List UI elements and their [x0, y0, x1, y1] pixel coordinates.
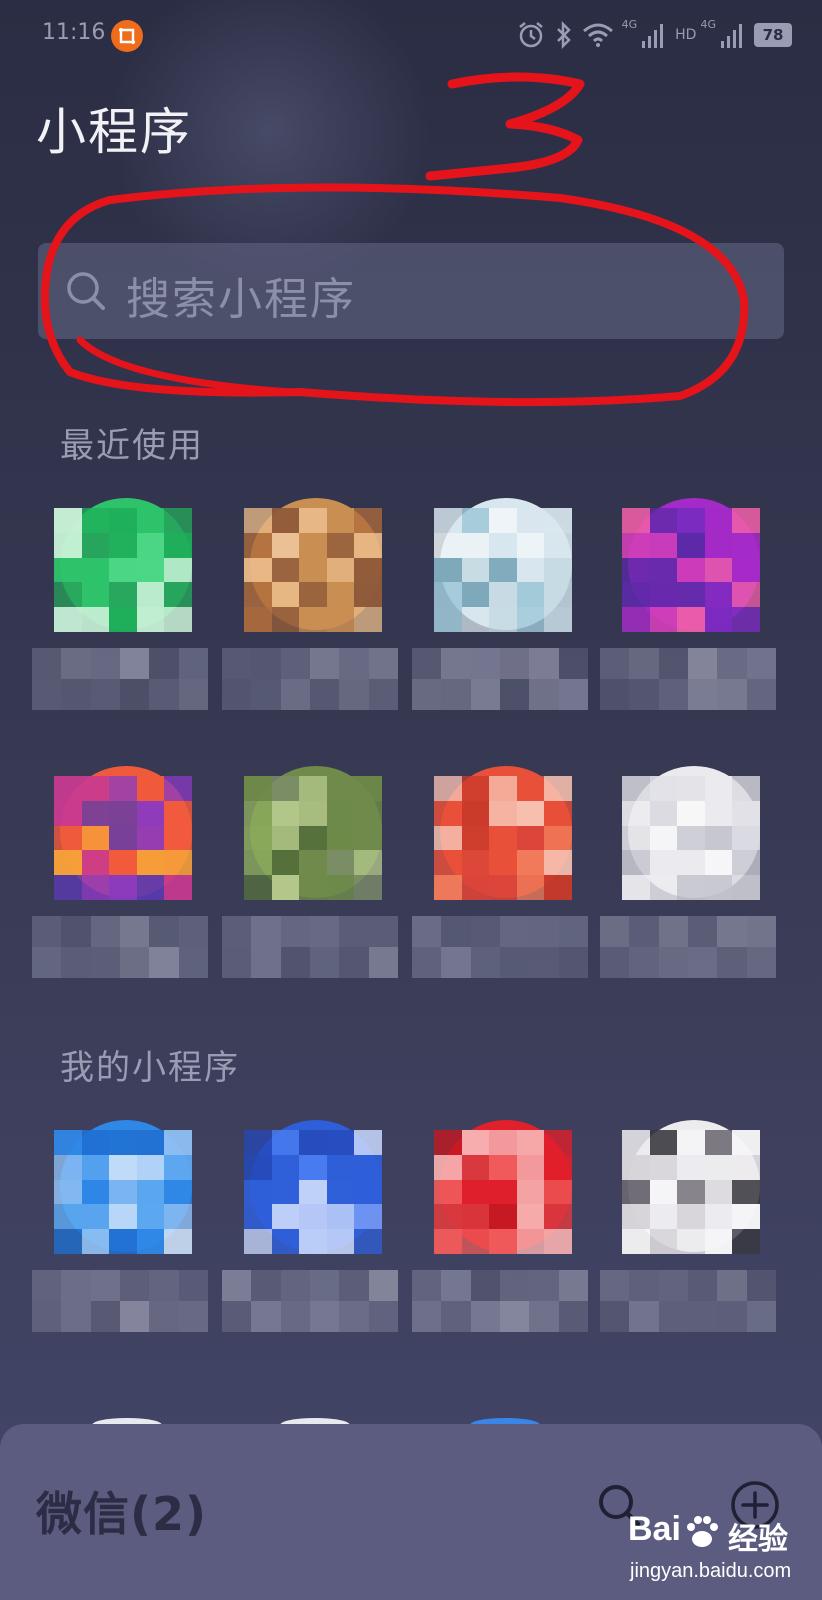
app-item[interactable]: [600, 498, 780, 710]
status-bar: 11:16 4G HD 4G 78: [0, 0, 822, 70]
app-label-blurred: [600, 916, 776, 978]
app-label-blurred: [32, 648, 208, 710]
app-item[interactable]: [32, 766, 212, 978]
baidu-watermark: Bai 经验 jingyan.baidu.com: [628, 1510, 798, 1594]
app-item[interactable]: [412, 1120, 592, 1332]
pixelated-mosaic: [434, 1130, 572, 1254]
paw-icon: [687, 1516, 718, 1547]
pixelated-mosaic: [434, 508, 572, 632]
network-type-label: 4G: [621, 18, 638, 31]
recent-section-title: 最近使用: [60, 426, 204, 466]
pixelated-mosaic: [244, 508, 382, 632]
page-title: 小程序: [36, 103, 192, 161]
app-label-blurred: [32, 916, 208, 978]
app-item[interactable]: [222, 498, 402, 710]
pixelated-mosaic: [244, 776, 382, 900]
wifi-icon: [582, 20, 614, 50]
signal-icon-2: [720, 20, 746, 50]
my-apps-section-title: 我的小程序: [60, 1048, 240, 1088]
app-label-blurred: [222, 648, 398, 710]
app-label-blurred: [32, 1270, 208, 1332]
app-item[interactable]: [412, 766, 592, 978]
app-label-blurred: [412, 648, 588, 710]
app-item[interactable]: [32, 498, 212, 710]
search-input[interactable]: 搜索小程序: [38, 243, 784, 339]
app-item[interactable]: [600, 1120, 780, 1332]
search-icon: [67, 272, 105, 310]
app-label-blurred: [222, 1270, 398, 1332]
pixelated-mosaic: [244, 1130, 382, 1254]
alarm-icon: [516, 20, 546, 50]
bluetooth-icon: [554, 20, 574, 50]
app-label-blurred: [412, 1270, 588, 1332]
watermark-brand-cn: 经验: [728, 1522, 788, 1557]
status-time: 11:16: [42, 20, 106, 45]
pixelated-mosaic: [54, 1130, 192, 1254]
status-icons: 4G HD 4G 78: [516, 18, 792, 52]
signal-icon: [641, 20, 667, 50]
app-item[interactable]: [600, 766, 780, 978]
app-item[interactable]: [32, 1120, 212, 1332]
network-type-label-2: 4G: [700, 18, 716, 31]
app-item[interactable]: [222, 1120, 402, 1332]
pixelated-mosaic: [54, 508, 192, 632]
pixelated-mosaic: [434, 776, 572, 900]
app-label-blurred: [222, 916, 398, 978]
app-item[interactable]: [412, 498, 592, 710]
app-label-blurred: [600, 648, 776, 710]
battery-level: 78: [754, 23, 792, 47]
pixelated-mosaic: [622, 1130, 760, 1254]
app-item[interactable]: [222, 766, 402, 978]
chat-title: 微信(2): [36, 1487, 208, 1541]
search-placeholder: 搜索小程序: [126, 274, 356, 325]
app-label-blurred: [412, 916, 588, 978]
pixelated-mosaic: [54, 776, 192, 900]
pixelated-mosaic: [622, 508, 760, 632]
watermark-brand: Bai: [628, 1510, 681, 1548]
app-label-blurred: [600, 1270, 776, 1332]
screenshot-icon: [111, 20, 143, 52]
watermark-url: jingyan.baidu.com: [630, 1560, 792, 1582]
hd-label: HD: [675, 27, 697, 43]
pixelated-mosaic: [622, 776, 760, 900]
